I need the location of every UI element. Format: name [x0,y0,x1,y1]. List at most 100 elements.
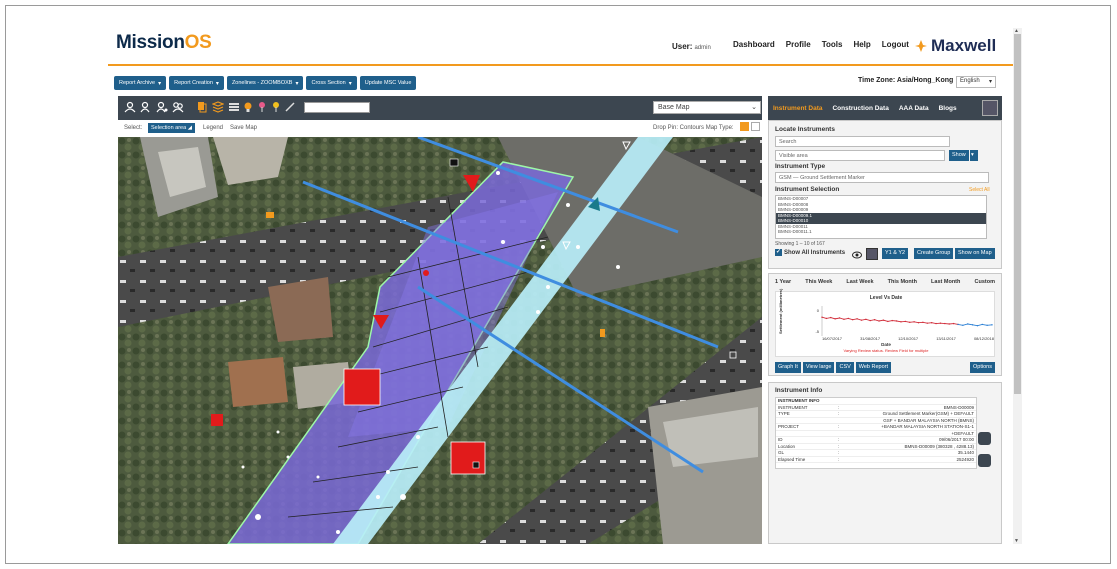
create-group-button[interactable]: Create Group [914,248,954,259]
map-search-input[interactable] [304,102,370,113]
page-scrollbar[interactable]: ▲ ▼ [1013,28,1022,544]
chevron-down-icon: ▾ [971,152,974,158]
info-colon: : [838,424,840,429]
tab-blogs[interactable]: Blogs [939,105,957,112]
caret-icon: ◢ [187,125,192,131]
instrument-type-select[interactable]: GSM — Ground Settlement Marker [775,172,989,183]
info-colon [838,398,846,404]
show-on-map-button[interactable]: Show on Map [955,248,995,259]
range-custom[interactable]: Custom [974,279,994,285]
user-group-icon[interactable] [172,101,184,113]
graph-it-button[interactable]: Graph It [775,362,801,373]
select-all-link[interactable]: Select All [969,187,990,193]
info-value: BMNS-D00009 [943,404,974,410]
range-1-year[interactable]: 1 Year [775,279,791,285]
view-large-button[interactable]: View large [802,362,835,373]
user-info: User: admin [672,42,711,51]
tab-instrument-data[interactable]: Instrument Data [773,105,822,112]
button-label: Update MSC Value [364,80,412,86]
report-archive-button[interactable]: Report Archive ▾ [114,76,167,90]
range-this-month[interactable]: This Month [888,279,917,285]
show-button[interactable]: Show [949,150,969,161]
x-tick: 08/12/2018 [973,336,994,341]
map-type-road-button[interactable] [751,122,760,131]
chevron-down-icon: ▾ [348,80,352,87]
series-point-1 [986,324,988,326]
type-value: GSM — Ground Settlement Marker [779,175,865,181]
pin-red-icon[interactable] [256,101,268,113]
camera-icon[interactable] [978,454,991,467]
info-key: TYPE [778,411,790,416]
language-select[interactable]: English ▾ [956,76,996,88]
update-msc-button[interactable]: Update MSC Value [359,76,417,90]
button-label: Graph It [778,364,798,370]
legend-link[interactable]: Legend [203,125,223,131]
tab-construction-data[interactable]: Construction Data [832,105,888,112]
list-icon[interactable] [228,101,240,113]
picture-icon[interactable] [982,100,998,116]
range-last-month[interactable]: Last Month [931,279,960,285]
instrument-search-input[interactable]: Search [775,136,950,147]
scrollbar-thumb[interactable] [1014,34,1021,394]
nav-logout[interactable]: Logout [882,40,909,49]
range-last-week[interactable]: Last Week [846,279,873,285]
info-key: Location [778,443,796,449]
info-value [846,398,976,404]
nav-tools[interactable]: Tools [822,40,843,49]
series-point-0 [944,322,946,325]
selection-area-label: Selection area [151,125,187,131]
layers-icon[interactable] [212,101,224,113]
show-options-button[interactable]: ▾ [970,150,978,161]
info-colon: : [838,437,840,442]
csv-button[interactable]: CSV [836,362,854,373]
satellite-map[interactable] [118,137,762,544]
area-select[interactable]: Visible area [775,150,945,161]
eye-icon[interactable] [852,251,862,259]
ruler-icon[interactable] [284,101,296,113]
x-tick: 16/07/2017 [822,336,843,341]
save-map-link[interactable]: Save Map [230,125,257,131]
zonelines-button[interactable]: Zonelines - ZOOMBOXB ▾ [226,76,304,90]
scroll-down-icon[interactable]: ▼ [1014,538,1019,544]
copy-icon[interactable] [196,101,208,113]
basemap-select[interactable]: Base Map ⌄ [653,101,761,114]
web-report-button[interactable]: Web Report [855,362,892,373]
bulb-icon[interactable] [242,101,254,113]
cross-section-button[interactable]: Cross Section ▾ [306,76,357,90]
map-type-satellite-button[interactable] [740,122,749,131]
range-this-week[interactable]: This Week [805,279,832,285]
edit-icon[interactable] [978,432,991,445]
map-select-row: Select: Selection area ◢ Legend Save Map… [118,122,762,136]
showing-count: Showing 1 – 10 of 167 [775,241,825,247]
series-point-0 [847,317,850,320]
report-creation-button[interactable]: Report Creation ▾ [169,76,224,90]
y1-y2-button[interactable]: Y1 & Y2 [882,248,909,259]
series-point-0 [852,319,854,321]
user-tool-icon[interactable] [124,101,136,113]
tab-aaa-data[interactable]: AAA Data [899,105,929,112]
nav-help[interactable]: Help [853,40,870,49]
selection-area-button[interactable]: Selection area ◢ [148,123,195,133]
series-point-0 [869,319,871,322]
user-select-icon[interactable] [156,101,168,113]
map-canvas[interactable] [118,137,762,544]
info-title: Instrument Info [775,387,823,394]
pin-yellow-icon[interactable] [270,101,282,113]
grid-icon[interactable] [866,248,878,260]
options-button[interactable]: Options [970,362,995,373]
series-point-0 [926,322,928,324]
series-point-1 [991,324,993,326]
chart-panel: 1 Year This Week Last Week This Month La… [768,273,1002,376]
show-all-checkbox[interactable]: ✓ Show All Instruments [775,249,845,256]
series-point-0 [865,318,867,320]
series-line-0 [821,316,959,325]
nav-profile[interactable]: Profile [786,40,811,49]
series-point-1 [962,324,964,326]
info-colon: : [838,443,840,449]
list-item[interactable]: BMNS-D00011.1 [776,229,986,235]
nav-dashboard[interactable]: Dashboard [733,40,775,49]
user-search-icon[interactable] [140,101,152,113]
instrument-list[interactable]: BMNS-D00007 BMNS-D00008 BMNS-D00009 BMNS… [775,195,987,239]
selection-title: Instrument Selection [775,186,840,193]
language-value: English [960,78,980,84]
